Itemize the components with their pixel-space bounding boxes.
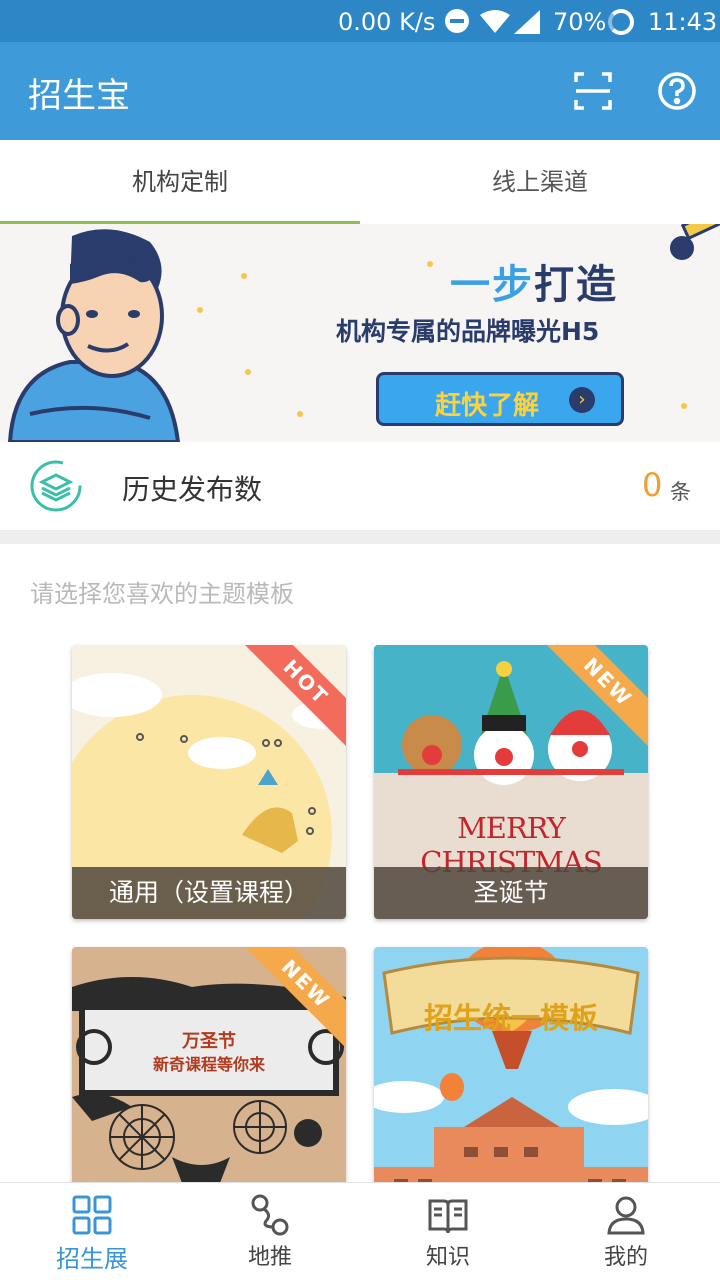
app-title: 招生宝 <box>28 76 130 116</box>
halloween-art-title: 万圣节 <box>182 1031 236 1052</box>
card-caption: 圣诞节 <box>374 867 648 919</box>
banner-headline-rest: 打造 <box>534 262 618 308</box>
status-bar: 0.00 K/s 70% 11:43 <box>0 0 720 42</box>
history-publish-row[interactable]: 历史发布数 0 条 <box>0 442 720 530</box>
history-label: 历史发布数 <box>122 473 263 506</box>
wifi-icon <box>480 10 510 40</box>
unified-art-text: 招生统一模板 <box>423 1001 598 1035</box>
battery-level: 70% <box>553 8 607 36</box>
section-divider <box>0 530 720 544</box>
network-speed: 0.00 K/s <box>338 8 436 36</box>
nav-item-ground-promotion[interactable]: 地推 <box>180 1183 360 1280</box>
banner-subheadline: 机构专属的品牌曝光H5 <box>336 317 600 346</box>
banner-headline: 一步打造 <box>450 252 618 310</box>
nav-label: 地推 <box>247 1245 292 1270</box>
bottom-navigation: 招生展 地推 知识 我的 <box>0 1182 720 1280</box>
nav-label: 招生展 <box>56 1245 128 1273</box>
book-icon <box>428 1199 468 1234</box>
card-caption: 通用（设置课程） <box>72 867 346 919</box>
halloween-art-subtitle: 新奇课程等你来 <box>152 1055 265 1074</box>
history-unit: 条 <box>670 480 691 504</box>
scan-icon <box>574 72 612 110</box>
history-count: 0 <box>642 466 663 504</box>
layers-icon <box>30 460 82 512</box>
tab-bar: 机构定制 线上渠道 <box>0 140 720 225</box>
scan-button[interactable] <box>572 70 614 112</box>
signal-icon <box>514 10 540 40</box>
template-card-general[interactable]: HOT 通用（设置课程） <box>72 645 346 919</box>
grid-icon <box>72 1195 112 1235</box>
learn-more-label: 赶快了解 <box>435 391 540 421</box>
person-icon <box>607 1196 645 1235</box>
do-not-disturb-icon <box>445 9 469 33</box>
learn-more-button[interactable]: 赶快了解 › <box>376 372 624 426</box>
template-section-hint: 请选择您喜欢的主题模板 <box>30 580 294 608</box>
battery-ring-icon <box>608 9 634 35</box>
template-card-christmas[interactable]: MERRY CHRISTMAS NEW 圣诞节 <box>374 645 648 919</box>
nav-label: 知识 <box>425 1245 470 1270</box>
template-card-unified[interactable]: 招生统一模板 <box>374 947 648 1221</box>
route-icon <box>251 1194 289 1236</box>
tab-institution-custom[interactable]: 机构定制 <box>0 140 360 224</box>
nav-item-mine[interactable]: 我的 <box>536 1183 716 1280</box>
help-button[interactable] <box>656 70 698 112</box>
banner-headline-accent: 一步 <box>450 262 534 308</box>
promo-banner[interactable]: 一步打造 机构专属的品牌曝光H5 赶快了解 › <box>0 224 720 442</box>
tab-online-channel[interactable]: 线上渠道 <box>360 140 720 224</box>
app-bar: 招生宝 <box>0 42 720 140</box>
chevron-right-icon: › <box>569 387 595 413</box>
nav-label: 我的 <box>603 1245 648 1270</box>
clock: 11:43 <box>648 8 718 36</box>
template-card-halloween[interactable]: 万圣节 新奇课程等你来 NEW <box>72 947 346 1221</box>
nav-item-knowledge[interactable]: 知识 <box>358 1183 538 1280</box>
unified-template-art <box>374 947 648 1221</box>
nav-item-recruitment-show[interactable]: 招生展 <box>2 1183 182 1280</box>
help-icon <box>658 72 696 110</box>
